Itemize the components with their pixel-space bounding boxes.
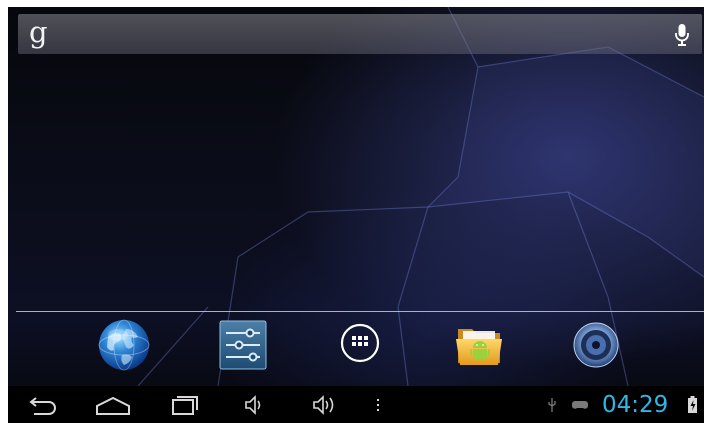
navigation-bar: 04:29 (8, 386, 704, 423)
home-screen: g 04:29 (8, 7, 704, 423)
gamepad-icon (572, 401, 588, 409)
settings-icon[interactable] (215, 317, 271, 373)
dock-divider (16, 311, 704, 312)
menu-icon[interactable] (370, 386, 386, 423)
home-icon[interactable] (92, 386, 134, 423)
status-clock: 04:29 (602, 392, 669, 418)
volume-up-icon[interactable] (308, 386, 342, 423)
browser-icon[interactable] (96, 317, 152, 373)
back-icon[interactable] (22, 386, 62, 423)
search-bar[interactable]: g (18, 14, 702, 54)
google-g-icon[interactable]: g (29, 17, 59, 51)
volume-down-icon[interactable] (240, 386, 268, 423)
usb-icon (548, 398, 556, 412)
recent-apps-icon[interactable] (163, 386, 203, 423)
music-icon[interactable] (568, 317, 624, 373)
app-drawer-icon[interactable] (332, 317, 388, 373)
battery-charging-icon (688, 396, 697, 413)
microphone-icon[interactable] (674, 23, 690, 47)
file-manager-icon[interactable] (452, 317, 508, 373)
